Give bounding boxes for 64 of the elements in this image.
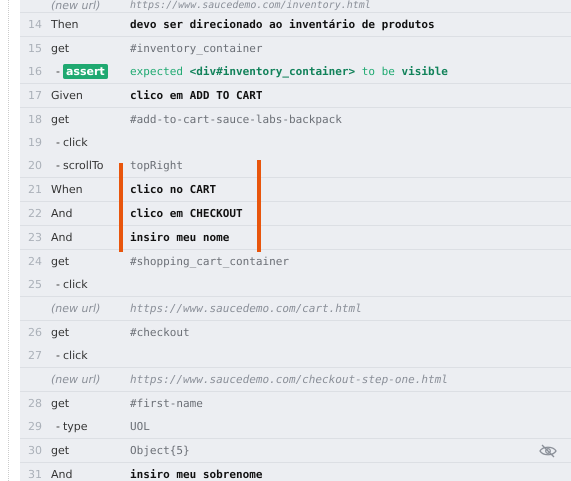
line-number: 24 xyxy=(28,255,42,268)
dash-mark: - xyxy=(56,420,60,433)
command-message: https://www.saucedemo.com/cart.html xyxy=(130,302,362,315)
line-number: 19 xyxy=(28,136,42,149)
dash-mark: - xyxy=(56,136,60,149)
line-number: 20 xyxy=(28,159,42,172)
command-name: click xyxy=(62,136,88,149)
command-message: #inventory_container xyxy=(130,42,262,55)
command-name: get xyxy=(51,255,70,268)
line-number: 29 xyxy=(28,420,42,433)
line-number: 15 xyxy=(28,42,42,55)
command-name: (new url) xyxy=(51,0,100,12)
line-number: 16 xyxy=(28,65,42,78)
command-message: expected <div#inventory_container> to be visible xyxy=(130,65,448,78)
command-message: #first-name xyxy=(130,397,203,410)
line-number: 28 xyxy=(28,397,42,410)
line-number: 14 xyxy=(28,18,42,31)
line-number: 22 xyxy=(28,207,42,220)
line-number: 30 xyxy=(28,444,42,457)
command-message: Object{5} xyxy=(130,444,190,457)
command-name: scrollTo xyxy=(62,159,104,172)
command-name: (new url) xyxy=(51,302,100,315)
line-number: 27 xyxy=(28,349,42,362)
command-name: get xyxy=(51,113,70,126)
command-name: When xyxy=(51,183,83,196)
command-message: clico no CART xyxy=(130,183,216,196)
command-message: UOL xyxy=(130,420,150,433)
command-name: get xyxy=(51,397,70,410)
dash-mark: - xyxy=(56,159,60,172)
line-number: 17 xyxy=(28,89,42,102)
dash-mark: - xyxy=(56,278,60,291)
command-message: clico em CHECKOUT xyxy=(130,207,243,220)
command-message: #add-to-cart-sauce-labs-backpack xyxy=(130,113,342,126)
command-name: click xyxy=(62,278,88,291)
command-message: #checkout xyxy=(130,326,190,339)
command-name: Then xyxy=(51,18,78,31)
command-message: https://www.saucedemo.com/checkout-step-one.html xyxy=(130,373,448,386)
eye-slash-icon[interactable] xyxy=(539,444,557,458)
assert-badge: assert xyxy=(62,64,108,79)
command-name: (new url) xyxy=(51,373,100,386)
command-message: devo ser direcionado ao inventário de produtos xyxy=(130,18,435,31)
command-message: insiro meu sobrenome xyxy=(130,468,262,481)
command-name: get xyxy=(51,42,70,55)
command-message: clico em ADD TO CART xyxy=(130,89,262,102)
line-number: 18 xyxy=(28,113,42,126)
command-message: https://www.saucedemo.com/inventory.html xyxy=(130,0,371,12)
line-number: 31 xyxy=(28,468,42,481)
dash-mark: - xyxy=(56,349,60,362)
command-message: topRight xyxy=(130,159,183,172)
line-number: 25 xyxy=(28,278,42,291)
dash-mark: - xyxy=(56,65,60,78)
command-message: insiro meu nome xyxy=(130,231,230,244)
command-name: get xyxy=(51,326,70,339)
command-name: click xyxy=(62,349,88,362)
line-number: 26 xyxy=(28,326,42,339)
line-number: 21 xyxy=(28,183,42,196)
command-name: type xyxy=(62,420,88,433)
command-name: And xyxy=(51,231,72,244)
line-number: 23 xyxy=(28,231,42,244)
command-name: And xyxy=(51,207,72,220)
command-name: Given xyxy=(51,89,83,102)
command-message: #shopping_cart_container xyxy=(130,255,289,268)
command-name: get xyxy=(51,444,70,457)
command-name: And xyxy=(51,468,72,481)
